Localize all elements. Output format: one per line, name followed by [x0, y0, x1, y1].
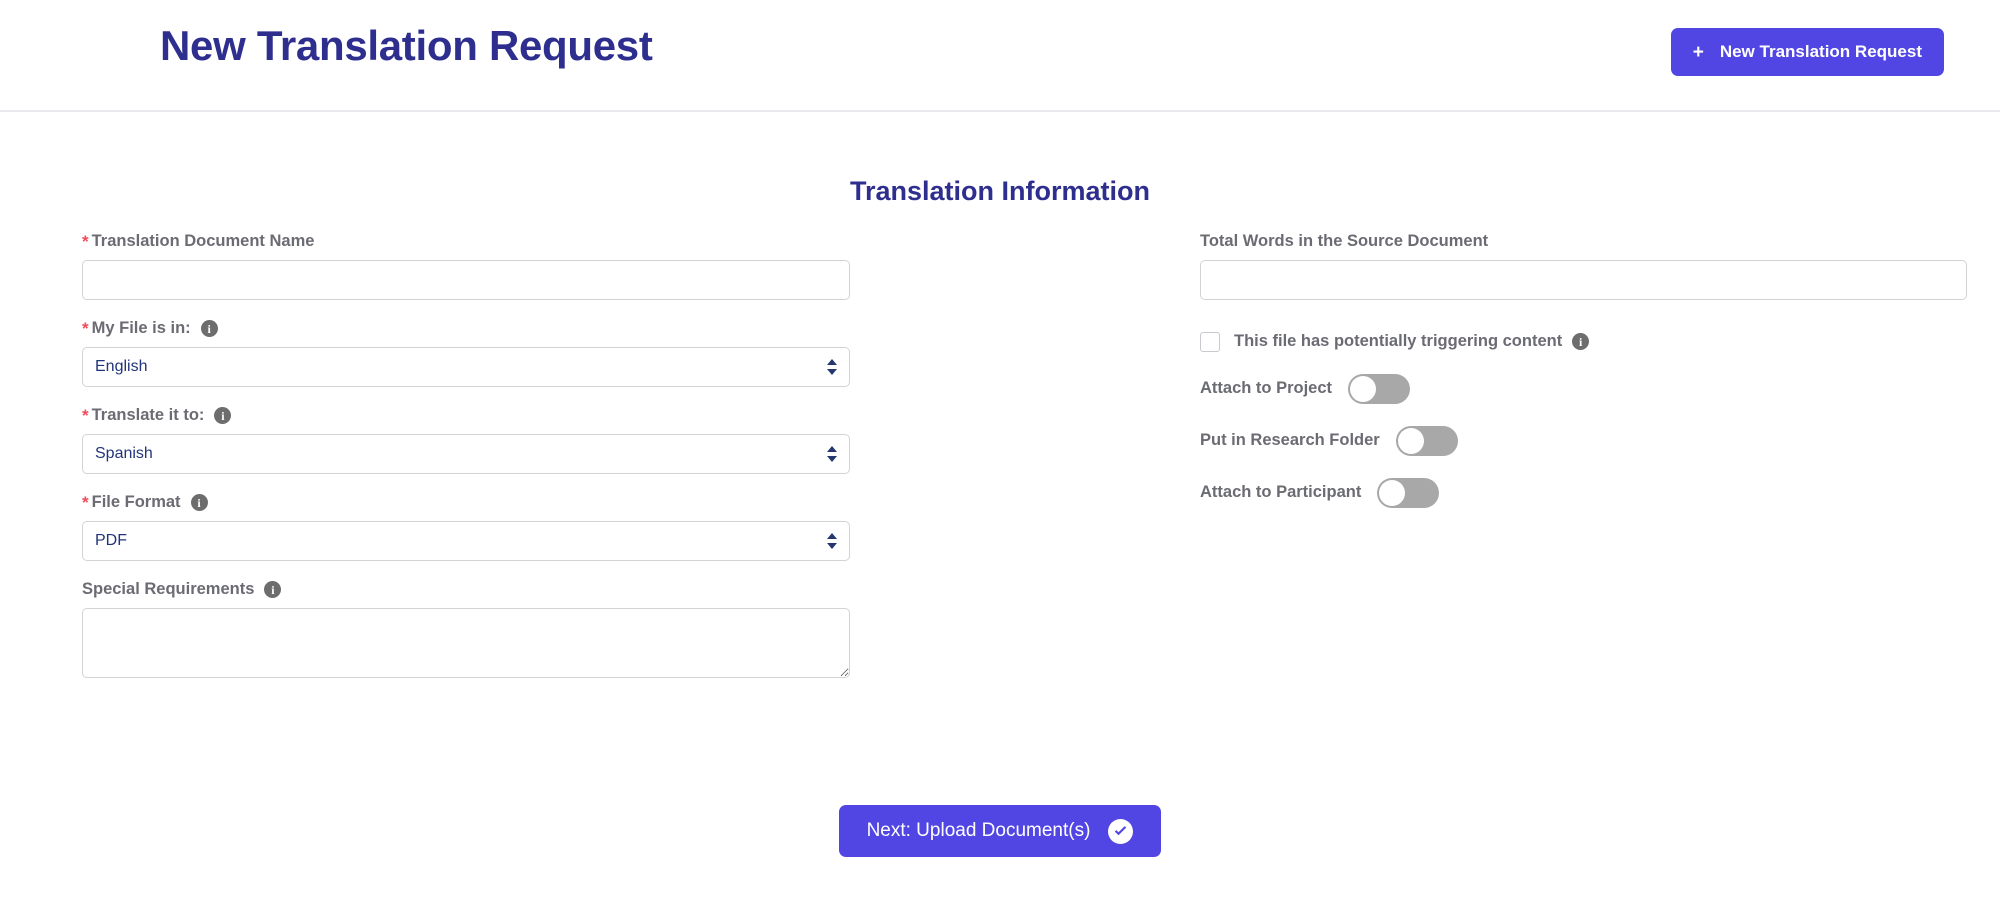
field-translation-document-name: * Translation Document Name	[82, 233, 850, 300]
field-target-language: * Translate it to: i Spanish	[82, 407, 850, 474]
special-requirements-textarea[interactable]	[82, 608, 850, 678]
info-icon[interactable]: i	[190, 494, 208, 511]
toggle-knob	[1397, 427, 1424, 454]
translation-document-name-input[interactable]	[82, 260, 850, 300]
new-translation-request-button[interactable]: + New Translation Request	[1670, 28, 1944, 76]
next-upload-documents-button[interactable]: Next: Upload Document(s)	[838, 805, 1162, 857]
label-special-requirements: Special Requirements i	[82, 581, 850, 598]
required-marker-icon: *	[82, 406, 89, 425]
put-in-research-folder-label: Put in Research Folder	[1200, 431, 1380, 449]
file-format-select-wrapper: PDF	[82, 521, 850, 561]
put-in-research-folder-row: Put in Research Folder	[1200, 425, 1967, 456]
translation-information-form: * Translation Document Name * My File is…	[0, 233, 2000, 693]
label-translation-document-name: * Translation Document Name	[82, 233, 850, 250]
label-text: Total Words in the Source Document	[1200, 232, 1489, 250]
label-text: File Format	[91, 493, 181, 512]
total-words-input[interactable]	[1200, 259, 1967, 300]
label-source-language: * My File is in: i	[82, 320, 850, 337]
attach-to-participant-row: Attach to Participant	[1200, 477, 1967, 508]
triggering-content-label: This file has potentially triggering con…	[1234, 332, 1563, 350]
toggle-knob	[1350, 375, 1377, 402]
label-text: Translate it to:	[91, 406, 205, 425]
field-file-format: * File Format i PDF	[82, 494, 850, 561]
footer-actions: Next: Upload Document(s)	[0, 805, 2000, 857]
info-icon[interactable]: i	[200, 320, 218, 337]
required-marker-icon: *	[82, 493, 89, 512]
form-left-column: * Translation Document Name * My File is…	[82, 233, 850, 698]
source-language-select[interactable]: English	[82, 347, 850, 387]
check-circle-icon	[1108, 818, 1134, 844]
section-heading: Translation Information	[849, 176, 1151, 206]
label-text: My File is in:	[91, 319, 191, 338]
label-text: Translation Document Name	[91, 232, 315, 251]
toggle-knob	[1379, 479, 1406, 506]
target-language-select-wrapper: Spanish	[82, 434, 850, 474]
page-title: New Translation Request	[160, 22, 653, 69]
file-format-select[interactable]: PDF	[82, 521, 850, 561]
triggering-content-checkbox[interactable]	[1200, 331, 1220, 352]
put-in-research-folder-toggle[interactable]	[1395, 425, 1458, 456]
file-format-value: PDF	[95, 532, 127, 549]
source-language-select-wrapper: English	[82, 347, 850, 387]
label-file-format: * File Format i	[82, 494, 850, 511]
source-language-value: English	[95, 358, 148, 375]
info-icon[interactable]: i	[264, 581, 282, 598]
field-source-language: * My File is in: i English	[82, 320, 850, 387]
info-icon[interactable]: i	[214, 407, 232, 424]
new-translation-request-button-label: New Translation Request	[1719, 42, 1922, 61]
attach-to-project-label: Attach to Project	[1200, 379, 1333, 397]
triggering-content-row: This file has potentially triggering con…	[1200, 331, 1967, 352]
label-target-language: * Translate it to: i	[82, 407, 850, 424]
next-upload-documents-label: Next: Upload Document(s)	[866, 820, 1091, 841]
form-right-column: Total Words in the Source Document This …	[1200, 233, 1967, 508]
label-total-words: Total Words in the Source Document	[1200, 233, 1967, 250]
field-special-requirements: Special Requirements i	[82, 581, 850, 678]
attach-to-participant-toggle[interactable]	[1377, 477, 1440, 508]
target-language-select[interactable]: Spanish	[82, 434, 850, 474]
info-icon[interactable]: i	[1572, 333, 1590, 350]
plus-icon: +	[1692, 41, 1704, 63]
attach-to-participant-label: Attach to Participant	[1200, 483, 1362, 501]
page-header: New Translation Request + New Translatio…	[0, 0, 2000, 112]
target-language-value: Spanish	[95, 445, 153, 462]
label-text: Special Requirements	[82, 580, 255, 599]
required-marker-icon: *	[82, 319, 89, 338]
required-marker-icon: *	[82, 232, 89, 251]
field-total-words: Total Words in the Source Document	[1200, 233, 1967, 300]
attach-to-project-row: Attach to Project	[1200, 373, 1967, 404]
attach-to-project-toggle[interactable]	[1348, 373, 1411, 404]
